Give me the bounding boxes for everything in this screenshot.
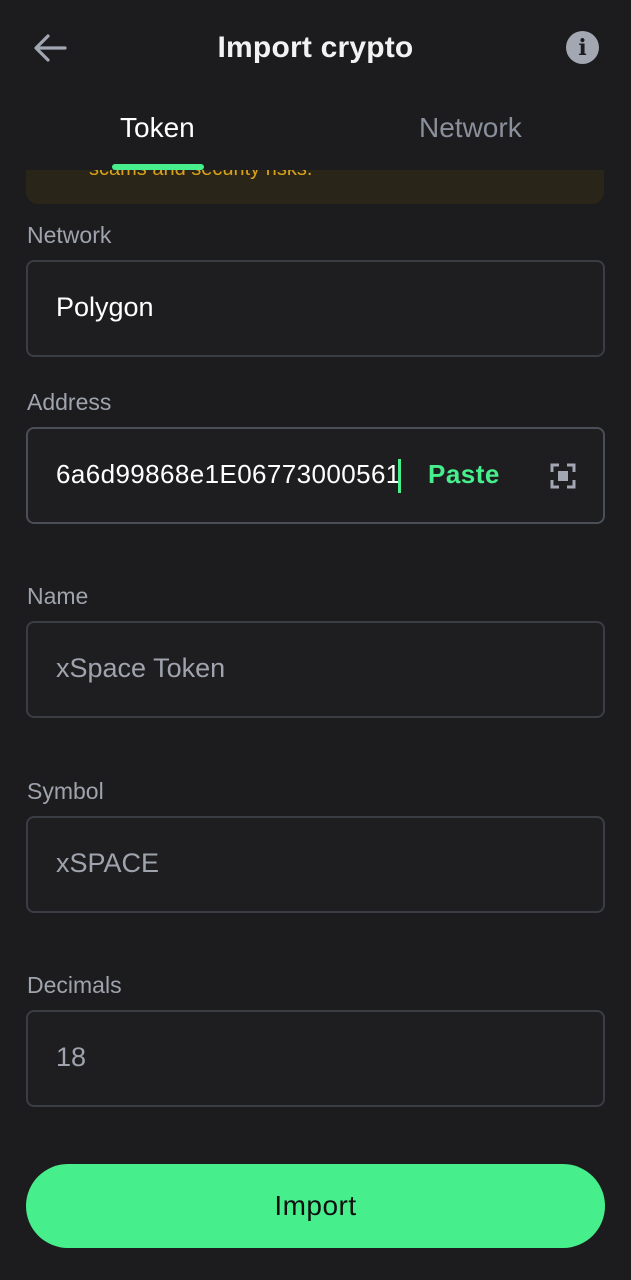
decimals-field[interactable]: 18	[26, 1010, 605, 1107]
back-button[interactable]	[30, 28, 70, 68]
arrow-left-icon	[34, 34, 67, 62]
import-button[interactable]: Import	[26, 1164, 605, 1248]
name-value: xSpace Token	[56, 653, 226, 683]
decimals-label: Decimals	[27, 972, 122, 998]
decimals-value: 18	[56, 1042, 87, 1072]
page-title: Import crypto	[217, 31, 414, 64]
info-button[interactable]: i	[566, 31, 599, 64]
text-caret	[398, 459, 401, 493]
tab-token[interactable]: Token	[120, 112, 195, 144]
import-button-label: Import	[274, 1190, 357, 1221]
scan-button[interactable]	[550, 463, 576, 489]
address-label: Address	[27, 389, 112, 415]
active-tab-indicator	[112, 164, 204, 170]
address-input[interactable]: 6a6d99868e1E06773000561 Paste	[26, 427, 605, 524]
name-field[interactable]: xSpace Token	[26, 621, 605, 718]
network-field[interactable]: Polygon	[26, 260, 605, 357]
name-label: Name	[27, 583, 89, 609]
scan-icon	[550, 463, 576, 489]
symbol-value: xSPACE	[56, 848, 160, 878]
info-icon: i	[578, 34, 587, 61]
symbol-label: Symbol	[27, 778, 104, 804]
app-header: Import crypto i	[0, 0, 631, 96]
address-value: 6a6d99868e1E06773000561	[56, 459, 401, 489]
tab-bar: Token Network	[0, 96, 631, 170]
tab-network[interactable]: Network	[419, 112, 522, 144]
symbol-field[interactable]: xSPACE	[26, 816, 605, 913]
network-value: Polygon	[56, 292, 154, 322]
paste-button[interactable]: Paste	[428, 459, 500, 490]
network-label: Network	[27, 222, 112, 248]
